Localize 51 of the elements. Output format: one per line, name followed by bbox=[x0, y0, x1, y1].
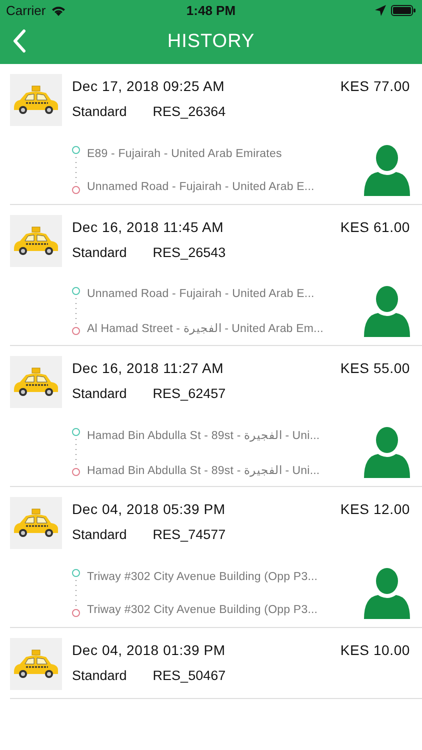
driver-avatar-icon bbox=[364, 285, 410, 337]
route-line-drawing bbox=[71, 146, 81, 194]
trip-fare: KES 10.00 bbox=[340, 642, 410, 658]
trip-fare: KES 77.00 bbox=[340, 78, 410, 94]
trip-date: Dec 16, 2018 11:27 AM bbox=[72, 360, 224, 376]
ride-type: Standard bbox=[72, 668, 127, 683]
wifi-icon bbox=[50, 4, 66, 16]
trip-fare: KES 12.00 bbox=[340, 501, 410, 517]
trip-date: Dec 04, 2018 01:39 PM bbox=[72, 642, 226, 658]
booking-id: RES_62457 bbox=[152, 386, 226, 401]
pickup-address: Hamad Bin Abdulla St - 89st - الفجيرة - Uni... bbox=[87, 428, 321, 442]
trip-date: Dec 17, 2018 09:25 AM bbox=[72, 78, 225, 94]
trip-item[interactable]: Dec 04, 2018 01:39 PM KES 10.00 Standard RES_50467 bbox=[10, 638, 422, 699]
carrier-label: Carrier bbox=[6, 2, 46, 18]
taxi-icon bbox=[10, 497, 62, 549]
dropoff-address: Hamad Bin Abdulla St - 89st - الفجيرة - Uni... bbox=[87, 464, 321, 476]
driver-avatar-icon bbox=[364, 426, 410, 478]
taxi-icon bbox=[10, 215, 62, 267]
ride-type: Standard bbox=[72, 104, 127, 119]
booking-id: RES_26543 bbox=[152, 245, 226, 260]
dropoff-address: Unnamed Road - Fujairah - United Arab E... bbox=[87, 180, 316, 192]
pickup-address: Unnamed Road - Fujairah - United Arab E... bbox=[87, 288, 316, 300]
taxi-icon bbox=[10, 74, 62, 126]
ride-type: Standard bbox=[72, 386, 127, 401]
driver-avatar-icon bbox=[364, 144, 410, 196]
booking-id: RES_74577 bbox=[152, 527, 226, 542]
dropoff-address: Al Hamad Street - الفجيرة - United Arab Em... bbox=[87, 322, 324, 334]
trip-item[interactable]: Dec 04, 2018 05:39 PM KES 12.00 Standard RES_74577 Triway #302 City Avenue Building (Opp P3... Triway #302 City Avenue Building (Opp P3... bbox=[10, 497, 422, 628]
taxi-icon bbox=[10, 638, 62, 690]
pickup-address: Triway #302 City Avenue Building (Opp P3... bbox=[87, 570, 319, 582]
booking-id: RES_50467 bbox=[152, 668, 226, 683]
route-line-drawing bbox=[71, 569, 81, 617]
status-time: 1:48 PM bbox=[186, 2, 236, 18]
location-arrow-icon bbox=[375, 4, 386, 16]
driver-avatar-icon bbox=[364, 567, 410, 619]
taxi-icon bbox=[10, 356, 62, 408]
battery-icon bbox=[391, 4, 416, 16]
trip-fare: KES 55.00 bbox=[340, 360, 410, 376]
route-line-drawing bbox=[71, 428, 81, 476]
dropoff-address: Triway #302 City Avenue Building (Opp P3... bbox=[87, 604, 319, 616]
ride-type: Standard bbox=[72, 527, 127, 542]
trip-item[interactable]: Dec 17, 2018 09:25 AM KES 77.00 Standard RES_26364 E89 - Fujairah - United Arab Emirates Unnamed Road - Fujairah - United Arab E... bbox=[10, 74, 422, 205]
trip-fare: KES 61.00 bbox=[340, 219, 410, 235]
route-line-drawing bbox=[71, 287, 81, 335]
trip-date: Dec 16, 2018 11:45 AM bbox=[72, 219, 224, 235]
back-button[interactable] bbox=[12, 29, 26, 53]
pickup-address: E89 - Fujairah - United Arab Emirates bbox=[87, 148, 283, 160]
booking-id: RES_26364 bbox=[152, 104, 226, 119]
trip-date: Dec 04, 2018 05:39 PM bbox=[72, 501, 226, 517]
page-title: HISTORY bbox=[167, 31, 255, 53]
ride-type: Standard bbox=[72, 245, 127, 260]
